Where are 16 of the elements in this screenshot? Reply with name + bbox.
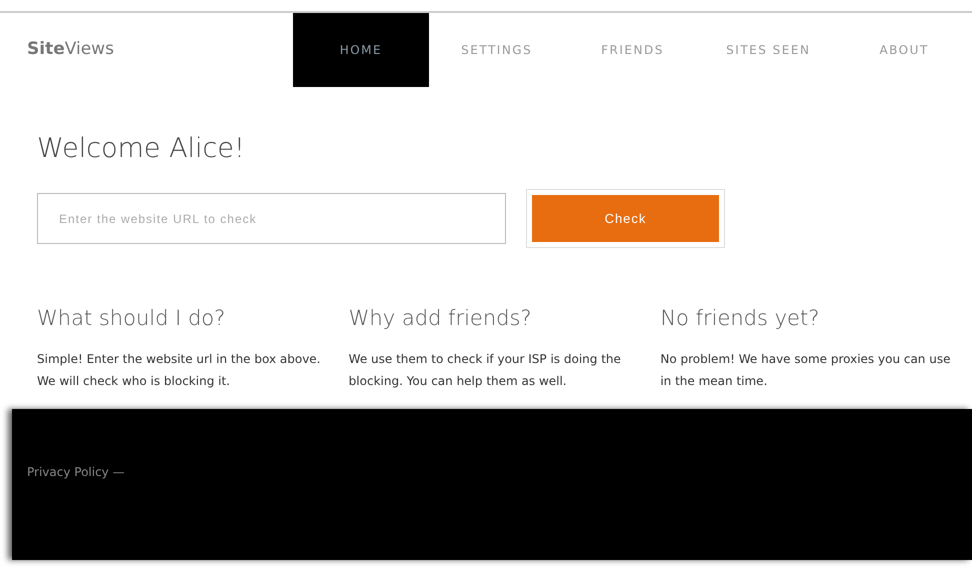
column-text: No problem! We have some proxies you can use in the mean time. xyxy=(660,350,952,390)
nav-tab[interactable]: FRIENDS xyxy=(564,13,700,87)
privacy-policy-link[interactable]: Privacy Policy — xyxy=(27,464,125,479)
column-text: Simple! Enter the website url in the box above. We will check who is blocking it. xyxy=(37,350,322,390)
url-input-field[interactable]: Enter the website URL to check xyxy=(37,193,506,244)
check-button[interactable]: Check xyxy=(532,195,719,242)
nav-tab[interactable]: HOME xyxy=(293,13,429,87)
welcome-heading: Welcome Alice! xyxy=(37,133,246,166)
nav-tab[interactable]: SITES SEEN xyxy=(700,13,836,87)
site-logo[interactable]: SiteViews xyxy=(27,37,293,63)
column-text: We use them to check if your ISP is doing the blocking. You can help them as well. xyxy=(348,350,622,390)
column-heading: No friends yet? xyxy=(660,306,820,332)
nav-tab[interactable]: ABOUT xyxy=(836,13,972,87)
column-heading: Why add friends? xyxy=(348,306,533,332)
nav-tab[interactable]: SETTINGS xyxy=(428,13,565,87)
column-heading: What should I do? xyxy=(37,306,226,332)
